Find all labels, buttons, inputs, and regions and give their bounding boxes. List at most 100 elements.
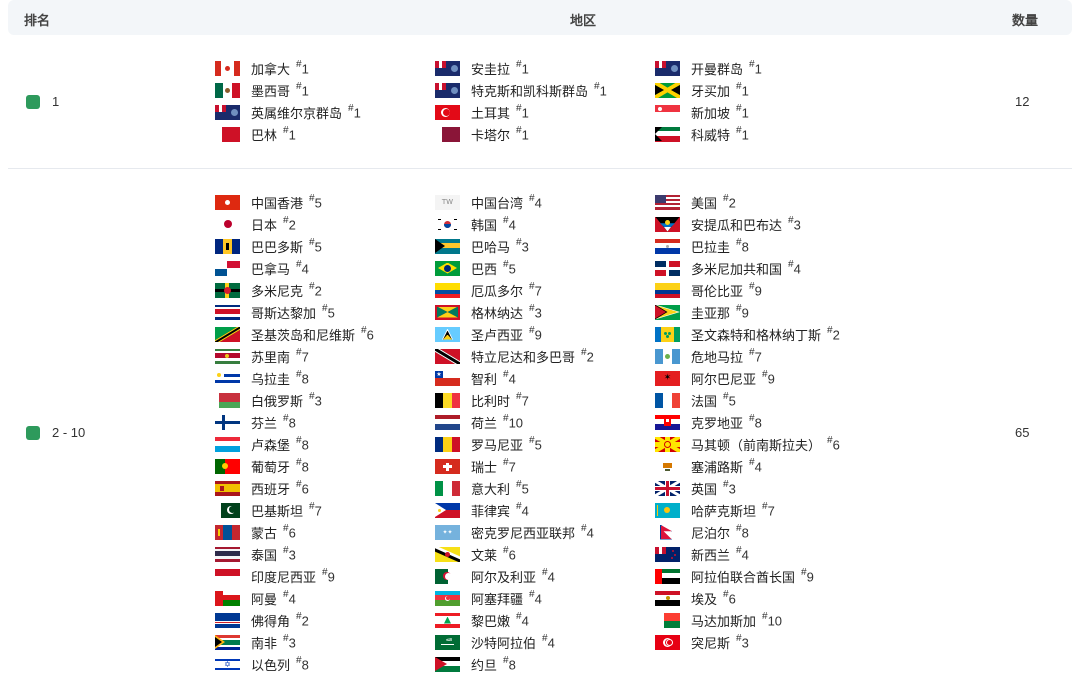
region-column: 开曼群岛 #1 牙买加 #1 新加坡 #1 科威特 #1: [655, 57, 762, 145]
region-name: 卡塔尔: [471, 127, 511, 143]
rank-number-value: 7: [754, 349, 762, 365]
hash-symbol: #: [736, 102, 742, 114]
hash-symbol: #: [827, 434, 833, 446]
hash-symbol: #: [723, 588, 729, 600]
lb-flag-icon: [435, 612, 460, 628]
region-name: 格林纳达: [471, 305, 524, 321]
region-rank-number: #4: [516, 501, 529, 519]
tr-flag-icon: [435, 104, 460, 120]
rank-number-value: 8: [301, 437, 309, 453]
region-rank-number: #4: [283, 588, 296, 606]
region-rank-number: #8: [296, 369, 309, 386]
list-item: 巴基斯坦 #7: [215, 499, 374, 521]
region-name: 佛得角: [251, 613, 291, 629]
region-rank-number: #5: [322, 303, 335, 320]
region-name: 哥斯达黎加: [251, 305, 317, 321]
region-rank-number: #5: [516, 479, 529, 497]
region-name: 西班牙: [251, 481, 291, 497]
list-item: 芬兰 #8: [215, 411, 374, 433]
region-rank-number: #2: [309, 281, 322, 298]
region-rank-number: #3: [309, 390, 322, 408]
rank-label: 2 - 10: [52, 425, 86, 440]
list-item: 巴巴多斯 #5: [215, 235, 374, 257]
rank-number-value: 1: [301, 61, 309, 77]
al-flag-icon: ✶: [655, 370, 680, 386]
region-rank-number: #1: [296, 81, 309, 98]
hash-symbol: #: [309, 390, 315, 402]
region-rank-number: #6: [723, 588, 736, 606]
region-rank-number: #8: [503, 655, 516, 672]
hr-flag-icon: [655, 414, 680, 430]
rank-number-value: 3: [793, 217, 801, 233]
bn-flag-icon: [435, 546, 460, 562]
rank-number-value: 1: [754, 61, 762, 77]
gb-flag-icon: [655, 480, 680, 496]
list-item: ﷲ 沙特阿拉伯 #4: [435, 631, 594, 653]
rank-number-value: 1: [741, 105, 749, 121]
list-item: 圣文森特和格林纳丁斯 #2: [655, 323, 840, 345]
rank-number-value: 4: [521, 503, 529, 519]
hash-symbol: #: [503, 412, 509, 424]
uy-flag-icon: [215, 370, 240, 386]
rank-number-value: 6: [832, 437, 840, 453]
region-name: 荷兰: [471, 415, 498, 431]
co-flag-icon: [655, 282, 680, 298]
region-rank-number: #8: [749, 413, 762, 430]
list-item: 巴拿马 #4: [215, 257, 374, 279]
region-name: 中国台湾: [471, 195, 524, 211]
region-name: 约旦: [471, 657, 498, 673]
hash-symbol: #: [594, 80, 600, 92]
rank-number-value: 5: [521, 481, 529, 497]
region-name: 牙买加: [691, 83, 731, 99]
region-name: 埃及: [691, 591, 718, 607]
hash-symbol: #: [736, 302, 742, 314]
rank-number-value: 9: [534, 327, 542, 343]
region-name: 新加坡: [691, 105, 731, 121]
list-item: 卡塔尔 #1: [435, 123, 607, 145]
count-header: 数量: [1012, 13, 1039, 28]
dm-flag-icon: [215, 282, 240, 298]
hash-symbol: #: [762, 368, 768, 380]
rank-number-value: 7: [534, 283, 542, 299]
region-name: 巴基斯坦: [251, 503, 304, 519]
rank-number-value: 4: [547, 569, 555, 585]
ca-flag-icon: [215, 60, 240, 76]
region-column: 中国香港 #5 日本 #2 巴巴多斯 #5 巴拿马 #4 多米尼克 #2 哥斯达黎加 #5 圣基茨岛和尼…: [215, 191, 374, 675]
region-name: 开曼群岛: [691, 61, 744, 77]
list-item: 危地马拉 #7: [655, 345, 840, 367]
region-name: 沙特阿拉伯: [471, 635, 537, 651]
hash-symbol: #: [283, 588, 289, 600]
list-item: 新加坡 #1: [655, 101, 762, 123]
rank-number-value: 2: [832, 327, 840, 343]
blueensign-flag-icon: [655, 60, 680, 76]
by-flag-icon: [215, 392, 240, 408]
hash-symbol: #: [296, 654, 302, 666]
region-rank-number: #7: [749, 347, 762, 365]
list-item: 开曼群岛 #1: [655, 57, 762, 79]
rank-number-value: 7: [508, 459, 516, 475]
region-rank-number: #6: [296, 479, 309, 496]
region-rank-number: #8: [283, 413, 296, 430]
hash-symbol: #: [503, 214, 509, 226]
hash-symbol: #: [516, 610, 522, 622]
region-rank-number: #4: [529, 193, 542, 210]
list-item: 阿曼 #4: [215, 587, 374, 609]
list-item: 马达加斯加 #10: [655, 609, 840, 631]
list-item: 厄瓜多尔 #7: [435, 279, 594, 301]
region-rank-number: #9: [529, 325, 542, 343]
hash-symbol: #: [322, 566, 328, 578]
region-rank-number: #5: [723, 391, 736, 409]
region-rank-number: #4: [503, 369, 516, 386]
rank-label: 1: [52, 94, 60, 109]
region-rank-number: #3: [283, 545, 296, 562]
region-name: 多米尼克: [251, 283, 304, 299]
region-rank-number: #7: [762, 501, 775, 518]
list-item: 墨西哥 #1: [215, 79, 361, 101]
hash-symbol: #: [736, 632, 742, 644]
list-item: 圣基茨岛和尼维斯 #6: [215, 323, 374, 345]
hash-symbol: #: [361, 324, 367, 336]
fr-flag-icon: [655, 392, 680, 408]
hash-symbol: #: [749, 58, 755, 70]
rank-number-value: 5: [728, 393, 736, 409]
list-item: 新西兰 #4: [655, 543, 840, 565]
